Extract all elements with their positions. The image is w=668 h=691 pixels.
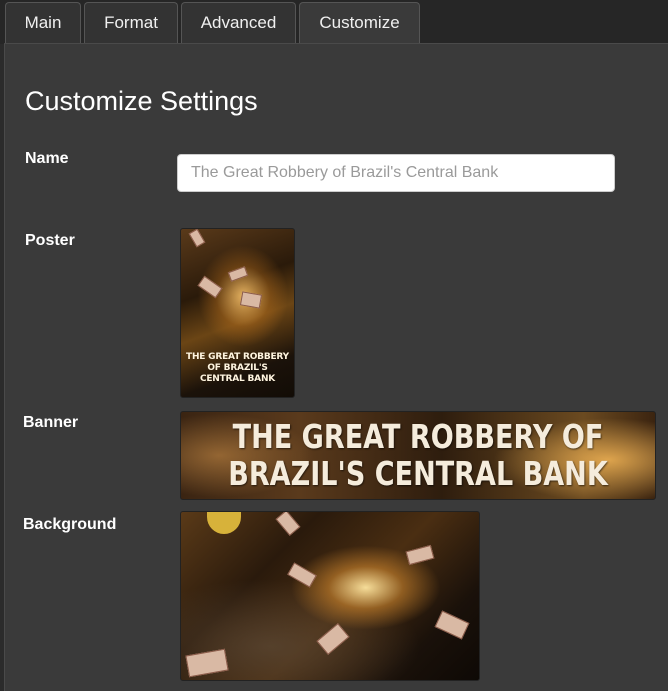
poster-label: Poster [25,232,75,249]
name-label: Name [25,150,69,167]
poster-image[interactable]: THE GREAT ROBBERY OF BRAZIL'S CENTRAL BA… [180,228,295,398]
money-bill-icon [239,291,263,309]
background-label: Background [23,516,117,533]
background-image[interactable] [180,511,480,681]
tab-bar: Main Format Advanced Customize [0,0,668,45]
money-bill-icon [434,610,470,640]
money-bill-icon [316,623,350,655]
money-bill-icon [287,562,317,588]
money-bill-icon [185,648,229,678]
tab-format[interactable]: Format [84,2,178,44]
banner-image[interactable]: THE GREAT ROBBERY OF BRAZIL'S CENTRAL BA… [180,411,656,500]
tab-advanced[interactable]: Advanced [181,2,296,44]
money-bill-icon [405,544,435,566]
money-bill-icon [188,229,206,248]
money-bill-icon [275,512,301,536]
poster-title-text: THE GREAT ROBBERY OF BRAZIL'S CENTRAL BA… [186,352,289,384]
helmet-icon [207,512,241,534]
tab-customize[interactable]: Customize [299,2,420,45]
banner-label: Banner [23,414,79,431]
page-title: Customize Settings [25,86,258,116]
money-bill-icon [227,266,249,282]
banner-title-text: THE GREAT ROBBERY OF BRAZIL'S CENTRAL BA… [228,417,608,493]
money-bill-icon [197,275,223,299]
tab-main[interactable]: Main [5,2,81,44]
name-input[interactable] [177,154,615,192]
customize-panel: Customize Settings Name Poster THE GREAT… [4,43,668,691]
